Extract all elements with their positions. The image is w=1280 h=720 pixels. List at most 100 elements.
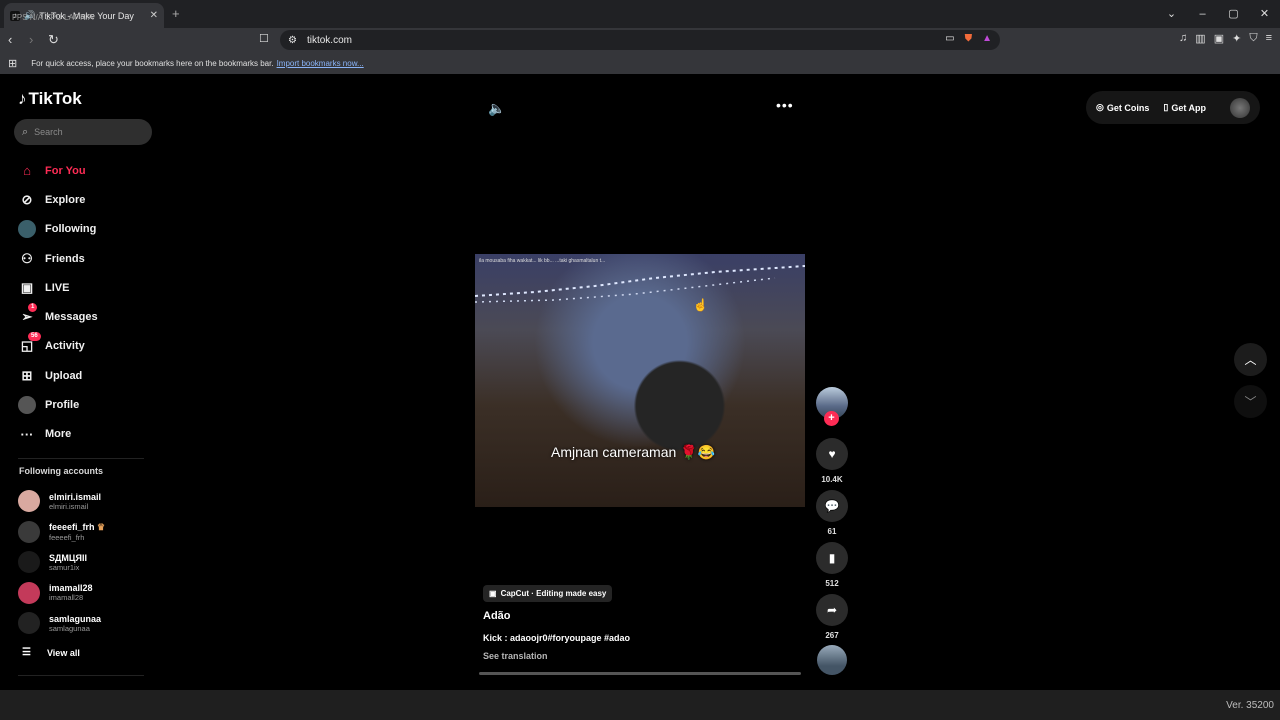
divider: [18, 675, 144, 676]
nav-item-messages[interactable]: ➢ 1 Messages: [16, 302, 156, 331]
reload-icon[interactable]: ↻: [48, 32, 59, 48]
nav-label: Explore: [45, 193, 86, 206]
video-caption: Amjnan cameraman 🌹😂: [551, 444, 716, 460]
nav-label: Messages: [45, 311, 98, 324]
avatar: [18, 490, 40, 513]
tab-search-icon[interactable]: ⌄: [1156, 0, 1187, 28]
account-handle: elmiri.ismail: [49, 501, 89, 511]
site-info-icon[interactable]: ⚙: [288, 35, 297, 46]
see-translation-link[interactable]: See translation: [483, 651, 548, 661]
vpn-icon[interactable]: ⛉: [1249, 32, 1257, 45]
tab-strip: ♪ 🔊 TikTok - Make Your Day ✕ + FPS N/A C…: [0, 0, 1280, 28]
music-disc-avatar[interactable]: [817, 645, 847, 675]
view-all-button[interactable]: ☰ View all: [22, 647, 80, 658]
account-name: imamall28: [49, 583, 93, 594]
share-button[interactable]: ➦ 267: [816, 594, 848, 640]
comment-button[interactable]: 💬 61: [816, 490, 848, 536]
nav-label: Profile: [45, 399, 80, 412]
nav-item-upload[interactable]: ⊞ Upload: [16, 361, 156, 390]
friends-icon: ⚇: [21, 250, 33, 266]
browser-window: ♪ 🔊 TikTok - Make Your Day ✕ + FPS N/A C…: [0, 0, 1280, 720]
account-name: samlagunaa: [49, 613, 102, 624]
leo-ai-icon[interactable]: ✦: [1232, 32, 1241, 45]
account-handle: samlagunaa: [49, 623, 90, 633]
address-bar[interactable]: ⚙ tiktok.com ▭ ⛊ ▲: [280, 30, 1000, 50]
account-item[interactable]: samlagunaa samlagunaa: [18, 608, 158, 639]
back-icon[interactable]: ‹: [8, 32, 12, 47]
video-player[interactable]: ila mousaba fiha wakkat... lik bb... ...…: [475, 254, 805, 507]
volume-icon[interactable]: 🔈: [488, 100, 505, 117]
video-progress-bar[interactable]: [479, 672, 801, 675]
menu-icon[interactable]: ≡: [1266, 32, 1272, 45]
more-options-icon[interactable]: •••: [776, 97, 794, 113]
tiktok-logo[interactable]: ♪ TikTok: [18, 89, 82, 109]
get-coins-button[interactable]: ◎ Get Coins: [1096, 102, 1149, 113]
string-lights: [475, 265, 805, 303]
toolbar-actions: ♫ ▥ ▣ ✦ ⛉ ≡: [1179, 32, 1272, 45]
search-placeholder: Search: [34, 127, 63, 137]
nav-item-profile[interactable]: Profile: [16, 390, 156, 419]
maximize-icon[interactable]: ▢: [1218, 0, 1249, 28]
import-bookmarks-link[interactable]: Import bookmarks now...: [277, 59, 364, 68]
next-video-button[interactable]: ﹀: [1234, 385, 1267, 418]
nav-item-live[interactable]: ▣ LIVE: [16, 273, 156, 302]
nav-item-more[interactable]: ··· More: [16, 420, 156, 449]
coin-icon: ◎: [1096, 102, 1104, 112]
wallet-icon[interactable]: ▣: [1214, 32, 1224, 45]
status-bar: Ver. 35200: [0, 690, 1280, 720]
nav-item-explore[interactable]: ⊘ Explore: [16, 185, 156, 214]
chevron-down-icon: ﹀: [1244, 395, 1257, 409]
get-coins-label: Get Coins: [1106, 102, 1150, 113]
following-accounts-title: Following accounts: [19, 466, 104, 476]
account-handle: feeeefi_frh: [49, 532, 85, 542]
avatar: [18, 520, 40, 543]
comment-count: 61: [827, 527, 837, 536]
sidebar-icon[interactable]: ▥: [1195, 32, 1205, 45]
bookmark-icon[interactable]: ☐: [259, 32, 269, 45]
nav-label: Activity: [45, 340, 85, 353]
capcut-tag[interactable]: ▣ CapCut · Editing made easy: [483, 585, 613, 602]
phone-icon: ▯: [1163, 102, 1169, 112]
close-window-icon[interactable]: ✕: [1249, 0, 1280, 28]
brave-shield-icon[interactable]: ⛊: [965, 33, 973, 44]
get-app-button[interactable]: ▯ Get App: [1163, 102, 1206, 113]
home-icon: ⌂: [23, 163, 31, 179]
nav-item-friends[interactable]: ⚇ Friends: [16, 244, 156, 273]
avatar: [18, 551, 40, 574]
save-button[interactable]: ▮ 512: [816, 542, 848, 588]
like-button[interactable]: ♥ 10.4K: [816, 438, 848, 484]
previous-video-button[interactable]: ︿: [1234, 343, 1267, 376]
media-icon[interactable]: ♫: [1179, 32, 1187, 45]
comment-icon: 💬: [816, 490, 848, 522]
url-text[interactable]: tiktok.com: [307, 35, 352, 46]
tiktok-page: ♪ TikTok ⌕ Search ⌂ For You ⊘ Explore Fo…: [0, 76, 1280, 686]
nav-item-for-you[interactable]: ⌂ For You: [16, 156, 156, 185]
brave-rewards-icon[interactable]: ▲: [982, 33, 992, 44]
account-handle: samur1ix: [49, 562, 80, 572]
search-input[interactable]: ⌕ Search: [14, 119, 152, 145]
video-author[interactable]: Adão: [483, 610, 511, 622]
nav-label: For You: [45, 164, 86, 177]
new-tab-icon[interactable]: +: [172, 6, 180, 21]
cast-icon[interactable]: ▭: [945, 33, 954, 44]
account-item[interactable]: feeeefi_frh ♛ feeeefi_frh: [18, 517, 158, 548]
account-item[interactable]: elmiri.ismail elmiri.ismail: [18, 486, 158, 517]
follow-plus-icon[interactable]: +: [824, 411, 839, 426]
header-actions: ◎ Get Coins ▯ Get App: [1086, 91, 1260, 124]
apps-grid-icon[interactable]: ⊞: [8, 57, 17, 70]
heart-icon: ♥: [816, 438, 848, 470]
forward-icon[interactable]: ›: [29, 32, 33, 47]
messages-icon: ➢ 1: [16, 303, 38, 325]
main-nav: ⌂ For You ⊘ Explore Following ⚇ Friends …: [16, 156, 156, 449]
minimize-icon[interactable]: –: [1187, 0, 1218, 28]
account-item[interactable]: imamall28 imamall28: [18, 578, 158, 609]
nav-label: Upload: [45, 369, 83, 382]
close-tab-icon[interactable]: ✕: [150, 10, 158, 21]
upload-icon: ⊞: [21, 367, 33, 383]
save-count: 512: [825, 579, 839, 588]
account-item[interactable]: SДМЦЯII samur1ix: [18, 547, 158, 578]
nav-item-activity[interactable]: ◱ 56 Activity: [16, 332, 156, 361]
chevron-up-icon: ︿: [1244, 353, 1257, 367]
nav-item-following[interactable]: Following: [16, 215, 156, 244]
user-avatar[interactable]: [1230, 97, 1250, 118]
